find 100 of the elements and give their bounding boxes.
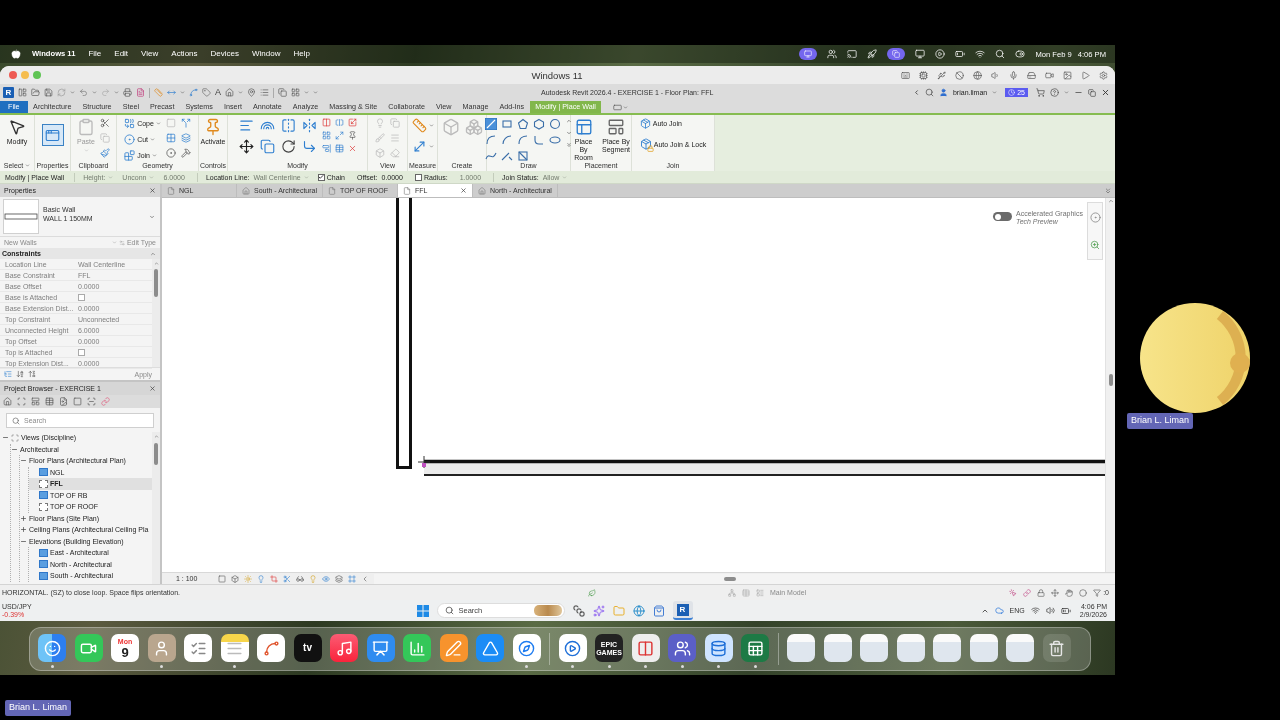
- squiggle-app-icon[interactable]: [257, 634, 285, 662]
- window-thumbnail[interactable]: [787, 634, 815, 662]
- square-icon[interactable]: [73, 397, 82, 406]
- file-icon[interactable]: [136, 88, 145, 97]
- close-icon[interactable]: [149, 187, 156, 194]
- scrollbar[interactable]: [1105, 198, 1115, 572]
- caret-icon[interactable]: [428, 144, 434, 149]
- globe-icon[interactable]: [973, 70, 982, 80]
- table-icon[interactable]: [45, 397, 54, 406]
- spline-icon[interactable]: [189, 88, 198, 97]
- mirror-icon[interactable]: [301, 118, 317, 133]
- caret-icon[interactable]: [114, 90, 119, 95]
- zoom-in-icon[interactable]: [1090, 240, 1100, 251]
- graphics-toggle[interactable]: [993, 212, 1012, 221]
- align-end-icon[interactable]: [321, 144, 331, 153]
- copy-icon[interactable]: [390, 118, 400, 128]
- arc-icon[interactable]: [485, 134, 497, 146]
- filter-icon[interactable]: [1093, 588, 1102, 597]
- music-note-app-icon[interactable]: [330, 634, 358, 662]
- scrollbar-thumb[interactable]: [1108, 374, 1113, 386]
- split-square-icon[interactable]: [334, 118, 344, 127]
- battery-icon[interactable]: [955, 49, 966, 59]
- square-with-cross-icon[interactable]: [517, 150, 529, 162]
- close-icon[interactable]: [460, 187, 468, 194]
- triangle-app-icon[interactable]: [476, 634, 504, 662]
- sort-icon[interactable]: [16, 370, 24, 378]
- note-app-icon[interactable]: [220, 634, 249, 662]
- stacked-squares-icon[interactable]: [572, 604, 585, 617]
- frame-icon[interactable]: [348, 574, 357, 583]
- caret-icon[interactable]: [992, 90, 998, 95]
- caret-icon[interactable]: [180, 90, 185, 95]
- caret-icon[interactable]: [92, 90, 97, 95]
- camera-icon[interactable]: [1045, 70, 1054, 80]
- table-icon[interactable]: [334, 144, 344, 153]
- scroll-up-icon[interactable]: [153, 434, 159, 439]
- blocked-icon[interactable]: [955, 70, 964, 80]
- layers-icon[interactable]: [335, 574, 344, 583]
- copy-icon[interactable]: [259, 139, 275, 154]
- text-tool[interactable]: A: [215, 88, 221, 97]
- zoom-icon[interactable]: [33, 71, 41, 79]
- start-icon[interactable]: [416, 604, 429, 617]
- pin-icon[interactable]: [247, 88, 256, 97]
- arc-icon[interactable]: [517, 134, 529, 146]
- cast-icon[interactable]: [847, 49, 858, 59]
- network-icon[interactable]: [728, 588, 736, 597]
- circle-icon[interactable]: [1079, 588, 1088, 597]
- bulb-icon[interactable]: [309, 574, 318, 583]
- caret-icon[interactable]: [25, 163, 31, 168]
- toggle-icon[interactable]: [1015, 49, 1026, 59]
- collapse-icon[interactable]: [150, 250, 156, 257]
- pin-icon[interactable]: [347, 131, 357, 140]
- corner-arrow-icon[interactable]: [301, 139, 317, 154]
- eye-icon[interactable]: [322, 574, 331, 583]
- people-icon[interactable]: [827, 49, 838, 59]
- link-icon[interactable]: [1023, 588, 1032, 597]
- play-icon[interactable]: [935, 49, 946, 59]
- arc-icon[interactable]: [533, 134, 545, 146]
- eraser-icon[interactable]: [390, 148, 400, 158]
- move-icon[interactable]: [238, 139, 254, 154]
- copy-icon[interactable]: [100, 133, 110, 143]
- plus-icon[interactable]: [20, 514, 27, 522]
- help-icon[interactable]: [1050, 88, 1059, 97]
- menu-item[interactable]: Help: [293, 50, 310, 58]
- ribbon-button[interactable]: [411, 118, 434, 133]
- grid-icon[interactable]: [165, 133, 176, 143]
- cloud-icon[interactable]: [994, 606, 1004, 615]
- plus-icon[interactable]: [20, 526, 27, 534]
- checklist-app-icon[interactable]: [184, 634, 212, 662]
- smiley-app-icon[interactable]: [38, 634, 66, 662]
- spline-icon[interactable]: [485, 150, 497, 162]
- rectangle-icon[interactable]: [501, 118, 513, 130]
- database-app-icon[interactable]: [704, 634, 733, 662]
- list-icon[interactable]: [260, 88, 269, 97]
- tv-app-icon[interactable]: tv: [293, 634, 322, 662]
- scaling-icon[interactable]: [347, 118, 357, 127]
- usb-icon[interactable]: [937, 70, 946, 80]
- window-thumbnail[interactable]: [860, 634, 888, 662]
- panel-toggle-icon[interactable]: [613, 102, 623, 112]
- brush-icon[interactable]: [375, 133, 385, 143]
- link-icon[interactable]: [101, 397, 110, 406]
- scrollbar-thumb[interactable]: [154, 269, 158, 297]
- sort-icon[interactable]: [28, 370, 36, 378]
- list-icon[interactable]: [756, 588, 764, 597]
- caret-icon[interactable]: [1064, 90, 1069, 95]
- bulb-icon[interactable]: [375, 118, 385, 128]
- ribbon-button[interactable]: [411, 139, 434, 154]
- columns-icon[interactable]: [321, 118, 331, 127]
- square-icon[interactable]: [218, 574, 227, 583]
- leaf-icon[interactable]: [588, 588, 596, 597]
- restore-icon[interactable]: [1088, 88, 1096, 97]
- microphone-icon[interactable]: [1009, 70, 1018, 80]
- grid-icon[interactable]: [321, 131, 331, 140]
- cart-icon[interactable]: [1036, 88, 1045, 97]
- user-icon[interactable]: [938, 88, 948, 97]
- caret-icon[interactable]: [149, 213, 155, 220]
- split-icon[interactable]: [180, 118, 191, 128]
- play-app-icon[interactable]: [558, 634, 587, 662]
- expand-icon[interactable]: [334, 131, 344, 140]
- scroll-up-icon[interactable]: [1107, 198, 1114, 204]
- split-window-app-icon[interactable]: [631, 634, 660, 662]
